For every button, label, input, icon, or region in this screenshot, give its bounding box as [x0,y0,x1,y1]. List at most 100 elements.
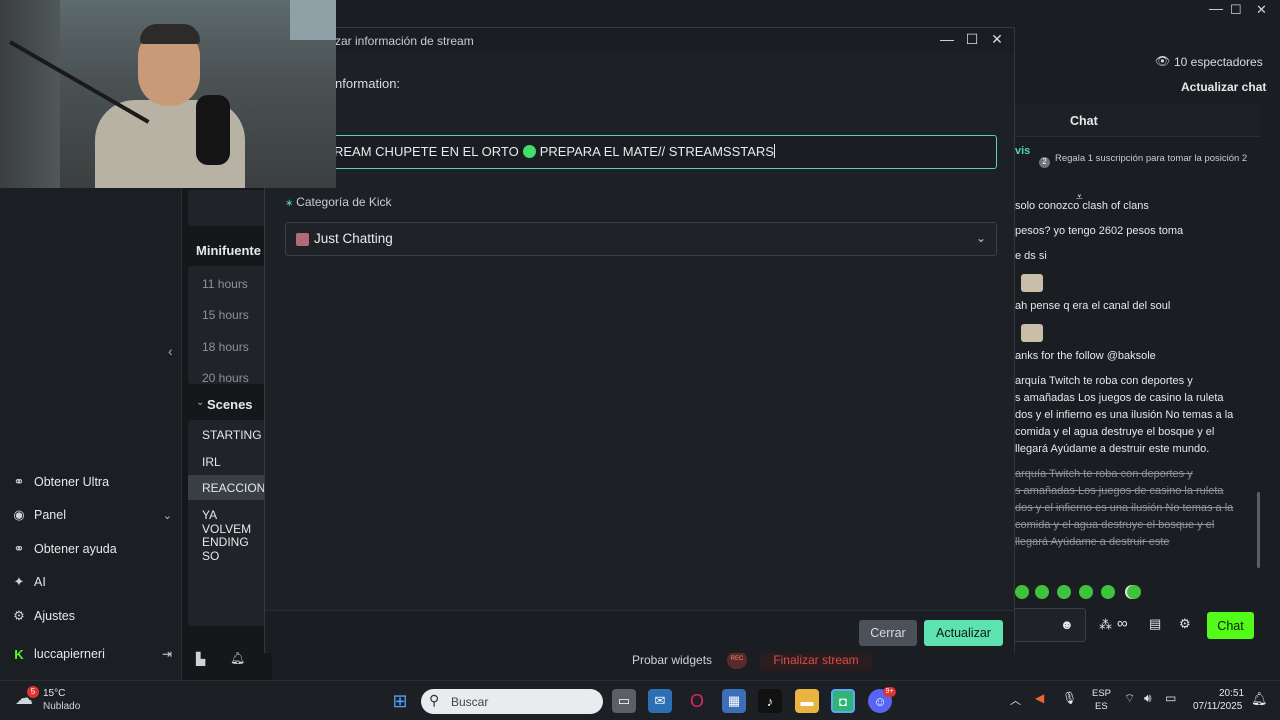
kick-studio-icon[interactable]: ◘ [831,689,855,713]
store-icon[interactable]: ▤ [1149,616,1161,632]
scene-item[interactable]: ENDING SO [202,535,268,563]
chat-message: ah pense q era el canal del soul [1015,300,1171,312]
emote-icon[interactable] [1015,585,1029,599]
clock-date[interactable]: 07/11/2025 [1193,701,1242,712]
chat-username[interactable]: vis [1015,145,1030,157]
stats-icon[interactable]: ▙ [196,652,205,666]
windows-start-icon[interactable]: ⊞ [388,689,412,713]
scene-item-selected[interactable]: REACCION [202,481,265,495]
update-button[interactable]: Actualizar [924,620,1003,646]
apps-icon[interactable]: ⁂ [1099,617,1112,633]
sidebar-item-panel[interactable]: ◉ Panel ⌄ [12,507,172,522]
category-select[interactable]: Just Chatting ⌄ [285,222,997,256]
stream-title-input[interactable]: REAM CHUPETE EN EL ORTO PREPARA EL MATE//… [285,135,997,169]
scrollbar[interactable] [1257,492,1260,568]
language-top[interactable]: ESP [1092,688,1111,699]
close-button[interactable]: Cerrar [859,620,917,646]
maximize-icon[interactable]: ☐ [1230,2,1242,18]
update-stream-dialog: zar información de stream — ☐ ✕ nformati… [264,27,1015,653]
microphone-icon[interactable]: 🎙︎ [1062,691,1077,705]
send-chat-button[interactable]: Chat [1207,612,1254,639]
weather-temp[interactable]: 15°C [43,688,65,699]
sidebar-item-label: Obtener Ultra [34,475,110,489]
sidebar-item-ai[interactable]: ✦ AI [12,574,46,589]
eye-icon: 👁︎ [1155,54,1171,68]
close-icon[interactable]: ✕ [987,31,1007,48]
title-text-part: REAM CHUPETE EN EL ORTO [334,144,519,159]
collapse-chevron-icon[interactable]: ‹ [168,343,173,359]
scene-item[interactable]: YA VOLVEM [202,508,268,536]
weather-desc[interactable]: Nublado [43,701,80,712]
close-icon[interactable]: ✕ [1256,2,1267,18]
sidebar-item-settings[interactable]: ⚙ Ajustes [12,608,75,623]
dialog-footer: Cerrar Actualizar [265,610,1014,653]
scene-item[interactable]: IRL [202,455,221,469]
text-cursor [773,144,775,158]
battery-icon[interactable]: ▭ [1165,691,1176,705]
required-marker: ∗ [285,198,297,209]
maximize-icon[interactable]: ☐ [962,31,982,48]
search-icon: ⚲ [429,692,440,708]
tiktok-icon[interactable]: ♪ [758,689,782,713]
kick-logo-icon: K [14,646,24,662]
list-item[interactable]: 20 hours [202,371,249,384]
emote-icon[interactable] [1101,585,1115,599]
discord-badge: 9+ [883,687,896,697]
microphone [196,95,230,165]
wall-shadow [0,0,60,188]
chat-message: solo conozco clash of clans [1015,200,1149,212]
sidebar-item-label: AI [34,575,46,589]
emote-icon[interactable] [1079,585,1093,599]
list-item[interactable]: 15 hours [202,308,249,322]
green-circle-emoji [522,145,536,158]
windows-taskbar: ☁ 5 15°C Nublado ⊞ ⚲ Buscar ▭ ✉ O ▦ ♪ ▬ … [0,680,1280,720]
notification-icon[interactable]: 🔔︎ [1251,691,1268,707]
minimize-icon[interactable]: — [1209,0,1223,16]
wifi-icon[interactable]: ⌔ [1124,691,1135,706]
emoji-icon[interactable]: ☻ [1060,617,1074,632]
language-bottom[interactable]: ES [1095,701,1108,712]
section-label: nformation: [335,76,401,91]
minimize-icon[interactable]: — [937,31,957,47]
task-view-icon[interactable]: ▭ [612,689,636,713]
sidebar-item-ultra[interactable]: ⚭ Obtener Ultra [12,474,110,489]
tray-chevron-icon[interactable]: ︿ [1010,692,1021,708]
folder-icon[interactable]: ▬ [795,689,819,713]
ai-sparkle-icon: ✦ [13,574,25,589]
emote-icon[interactable] [1035,585,1049,599]
sidebar-item-help[interactable]: ⚭ Obtener ayuda [12,541,117,556]
chat-input[interactable]: ☻ [1015,608,1086,642]
tray-app-icon[interactable]: ◀ [1035,691,1044,705]
deleted-message: s amañadas Los juegos de casino la rulet… [1015,485,1224,497]
category-value: Just Chatting [314,231,393,246]
list-item[interactable]: 11 hours [202,277,248,291]
scene-item[interactable]: STARTING [202,428,262,442]
account-name: luccapierneri [34,647,105,661]
chat-header: Chat [1015,103,1260,137]
chevron-down-icon: ⌄ [975,231,986,245]
minifuente-list: 11 hours 15 hours 18 hours 20 hours [188,266,268,384]
opera-icon[interactable]: O [685,689,709,713]
sidebar-item-label: Ajustes [34,609,75,623]
search-box[interactable]: ⚲ Buscar [421,689,603,714]
emote-icon[interactable] [1127,585,1141,599]
title-text-part: PREPARA EL MATE// STREAMSSTARS [539,144,774,159]
volume-icon[interactable]: 🔊︎ [1144,691,1152,706]
dialog-titlebar: zar información de stream — ☐ ✕ [265,28,1014,54]
emote-icon[interactable] [1057,585,1071,599]
chevron-down-icon[interactable]: ⌄ [196,397,204,408]
update-chat-button[interactable]: Actualizar chat [1181,80,1266,94]
store-icon[interactable]: ▦ [722,689,746,713]
person-cap [140,24,200,44]
list-item[interactable]: 18 hours [202,340,249,354]
infinity-icon[interactable]: ∞ [1117,615,1128,632]
sidebar-item-label: Obtener ayuda [34,542,117,556]
logout-icon[interactable]: ⇥ [162,647,172,661]
sidebar-item-account[interactable]: K luccapierneri ⇥ [12,646,172,662]
gear-icon[interactable]: ⚙ [1179,616,1191,632]
clock-time[interactable]: 20:51 [1219,688,1244,699]
test-widgets-button[interactable]: Probar widgets [632,653,712,667]
outlook-icon[interactable]: ✉ [648,689,672,713]
chat-message: e ds si [1015,250,1047,262]
bell-icon[interactable]: 🔔︎ [230,651,245,665]
